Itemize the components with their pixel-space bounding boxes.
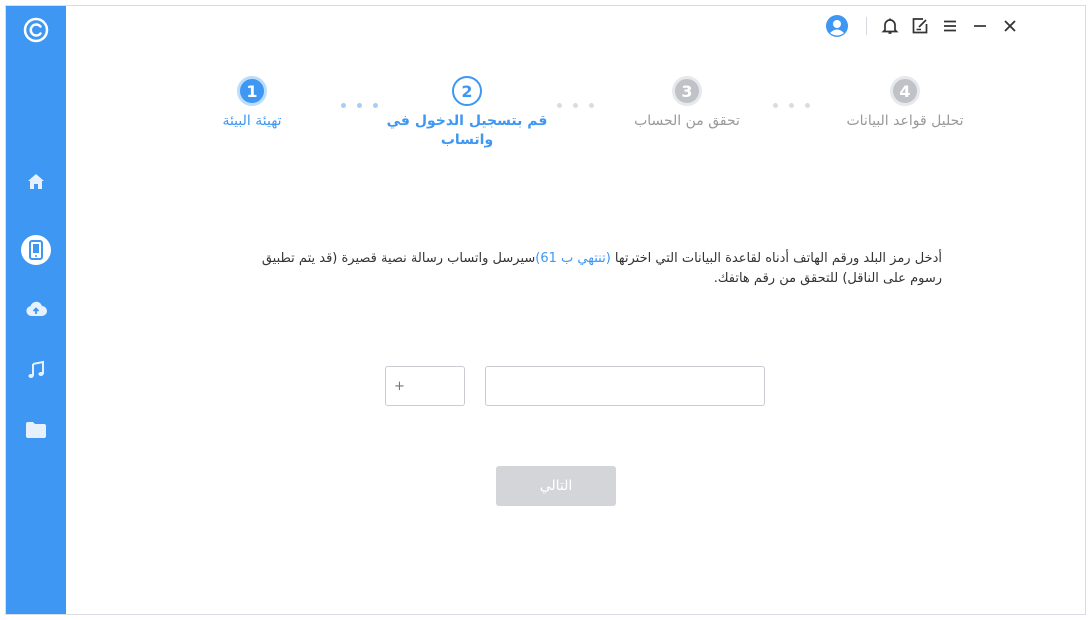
logo-c-icon [22, 16, 50, 44]
database-suffix-highlight: (تنتهي ب 61) [535, 251, 611, 266]
sidebar-item-home[interactable] [6, 162, 66, 202]
step-analyze-databases: 4 تحليل قواعد البيانات [810, 76, 1000, 131]
step-label: تحقق من الحساب [634, 113, 740, 129]
close-icon[interactable] [998, 14, 1022, 38]
step-login-whatsapp: 2 قم بتسجيل الدخول في واتساب [382, 76, 552, 150]
phone-number-input[interactable] [485, 366, 765, 406]
sidebar-item-cloud[interactable] [6, 290, 66, 330]
phone-icon [29, 240, 43, 260]
step-label: قم بتسجيل الدخول في واتساب [382, 112, 552, 150]
step-label: تهيئة البيئة [222, 113, 282, 129]
menu-icon[interactable] [938, 14, 962, 38]
sidebar-item-phone[interactable] [6, 230, 66, 270]
country-code-input[interactable] [385, 366, 465, 406]
step-label: تحليل قواعد البيانات [846, 113, 964, 129]
step-environment: 1 تهيئة البيئة [172, 76, 332, 131]
title-bar [825, 6, 1085, 46]
instructions-text: أدخل رمز البلد ورقم الهاتف أدناه لقاعدة … [248, 249, 942, 289]
step-label-line: واتساب [440, 132, 494, 148]
step-number: 2 [452, 76, 482, 106]
instructions-part1: أدخل رمز البلد ورقم الهاتف أدناه لقاعدة … [610, 251, 942, 266]
step-connector [557, 103, 594, 108]
bell-icon[interactable] [878, 14, 902, 38]
cloud-upload-icon [26, 301, 47, 316]
step-connector [341, 103, 378, 108]
app-window: 1 تهيئة البيئة 2 قم بتسجيل الدخول في وات… [5, 5, 1086, 615]
home-icon [28, 174, 44, 189]
progress-stepper: 1 تهيئة البيئة 2 قم بتسجيل الدخول في وات… [66, 76, 1085, 176]
step-number: 3 [672, 76, 702, 106]
folder-icon [26, 422, 46, 438]
step-verify-account: 3 تحقق من الحساب [602, 76, 772, 131]
feedback-icon[interactable] [908, 14, 932, 38]
step-connector [773, 103, 810, 108]
sidebar-item-folder[interactable] [6, 410, 66, 450]
sidebar [6, 6, 66, 614]
step-label-line: قم بتسجيل الدخول في [386, 113, 548, 129]
step-number: 1 [237, 76, 267, 106]
minimize-icon[interactable] [968, 14, 992, 38]
step-number: 4 [890, 76, 920, 106]
music-icon [28, 360, 44, 378]
user-avatar-icon[interactable] [825, 14, 849, 38]
sidebar-item-music[interactable] [6, 350, 66, 390]
next-button[interactable]: التالي [496, 466, 616, 506]
title-bar-divider [866, 17, 867, 35]
